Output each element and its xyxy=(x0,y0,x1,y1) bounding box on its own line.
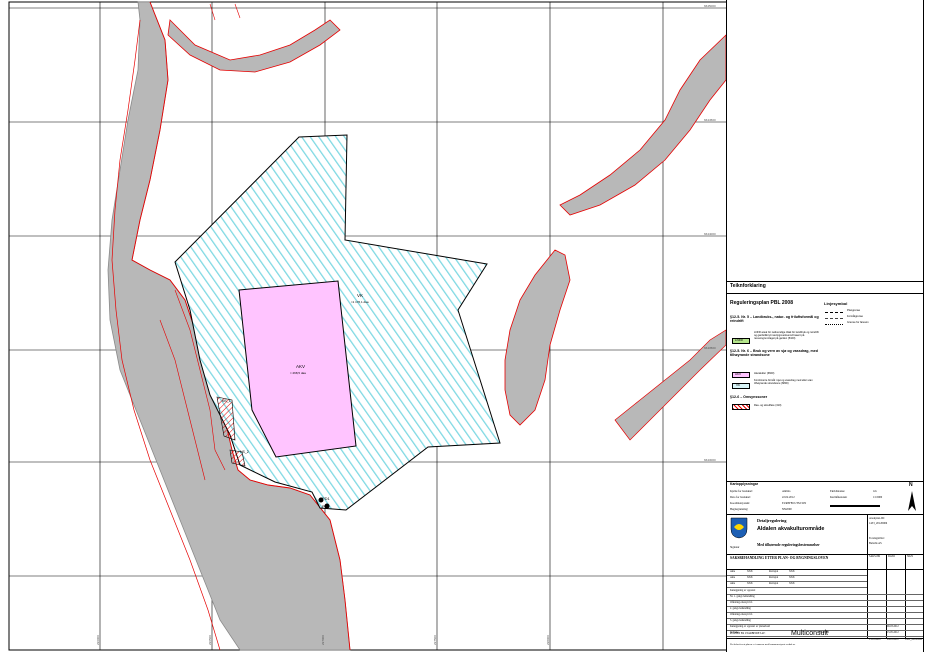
col-date: DATO xyxy=(888,555,895,558)
line1-label: Plangrense xyxy=(847,309,861,312)
municipal-crest-icon xyxy=(730,517,748,539)
legend-panel: Teiknforklaring Reguleringsplan PBL 2008… xyxy=(726,0,924,652)
grid-label-x4: 297500 xyxy=(433,635,437,645)
planid-value: 1433_20120006 xyxy=(905,638,922,641)
grid-label-y4: 6643500 xyxy=(704,346,716,350)
certification-text: Det bekreftes at planen er i samsvar med… xyxy=(730,643,796,646)
vk-swatch xyxy=(732,383,750,389)
procedure-section: SAKSBEHANDLING ETTER PLAN- OG BYGNINGSLO… xyxy=(730,556,829,560)
pd2-label: PD2 xyxy=(322,504,331,509)
akv-code: AKV xyxy=(735,372,742,376)
grid-label-x5: 298000 xyxy=(546,635,550,645)
date-bottom-1: 15.05.2012 xyxy=(869,638,881,641)
plan-id-value: 1433_20120006 xyxy=(869,522,888,525)
revision-table: Ame XXX Revisjon XXX Ame XXX Revisjon XX… xyxy=(727,570,867,588)
line3-label: Grense for fareson xyxy=(847,321,869,324)
akv-area: ≈ 268,5 daa xyxy=(290,371,306,375)
s125-heading: §12-5. Nr. 5 – Landbruks-, natur- og fri… xyxy=(730,315,819,323)
date-bottom-2: 24.03.2012 xyxy=(887,638,899,641)
mapinfo-key-1: Kjelde for basiskart: xyxy=(730,490,753,493)
prepared-by-label: PLANEN ER UTARBEIDET AV: xyxy=(730,632,766,635)
grid-label-x1: 296000 xyxy=(96,635,100,645)
plan-title: Reguleringsplan PBL 2008 xyxy=(730,300,793,306)
proposer-value: Belsvik AS xyxy=(869,542,882,545)
equidistance-value: 1m xyxy=(873,490,877,493)
s126-heading: §12-5. Nr. 6 – Bruk og vern av sjø og va… xyxy=(730,349,818,357)
vk-area: ≈1 176,1 daa xyxy=(351,300,369,304)
revision-row: Ame XXX Revisjon XXX xyxy=(727,582,867,588)
mapinfo-key-3: Koordinatsystem: xyxy=(730,502,750,505)
vk-desc: Kombinerte formål i sjø og vassdrag med … xyxy=(754,379,813,385)
mapinfo-value-2: 22.02.2012 xyxy=(782,496,795,499)
mapinfo-value-4: NN2000 xyxy=(782,508,792,511)
equidistance-label: Ekvidistanse: xyxy=(830,490,846,493)
hazard-border-symbol xyxy=(825,324,843,325)
ns1-label: NS_1 xyxy=(222,399,231,403)
lnfr-code: LNFR xyxy=(735,338,743,342)
mapinfo-value-3: EUREF89 UTM 32N xyxy=(782,502,807,505)
vk-code: VK xyxy=(736,383,741,387)
legend-header: Teiknforklaring xyxy=(730,283,766,289)
planid-label: PLANID: xyxy=(819,631,830,634)
ns2-label: NS_2 xyxy=(240,450,249,454)
lnfr-desc: LNFR areal for nødvendige tiltak for lan… xyxy=(754,331,819,340)
scale-bar xyxy=(830,505,880,507)
pd1-label: PD1 xyxy=(322,496,331,501)
vk-label: VK xyxy=(357,293,363,298)
plan-border-symbol xyxy=(825,312,843,313)
scale-value: 1:10000 xyxy=(873,496,883,499)
north-label: N xyxy=(909,482,913,488)
plan-subtitle: Med tilhørende reguleringsbestemmelser xyxy=(757,543,820,547)
mapinfo-heading: Kartopplysningar xyxy=(730,482,759,486)
ras-desc: Ras- og skredfare (310) xyxy=(754,404,782,407)
plan-id-label: Arealplan-ID: xyxy=(869,517,885,520)
proposer-label: Forslagstillar: xyxy=(869,537,885,540)
grid-label-y5: 6643000 xyxy=(704,458,716,462)
mapinfo-key-4: Høgdegrunnlag: xyxy=(730,508,749,511)
signature-label: Signatur xyxy=(730,546,740,549)
purpose-border-symbol xyxy=(825,318,843,319)
grid-label-x3: 297000 xyxy=(321,635,325,645)
ras-swatch xyxy=(732,404,750,410)
plan-type: Detaljregulering xyxy=(757,518,787,523)
grid-label-y2: 6644500 xyxy=(704,118,716,122)
col-case-no: SAKS-NR xyxy=(869,555,881,558)
akv-label: AKV xyxy=(296,364,305,369)
grid-label-x2: 296500 xyxy=(208,635,212,645)
grid-label-y1: 6645000 xyxy=(704,4,716,8)
scale-label: Kartmålestokk: xyxy=(830,496,848,499)
line-symbol-heading: Linjesymbol xyxy=(824,301,848,306)
plan-name: Aldalen akvakulturområde xyxy=(757,526,825,532)
akv-desc: Akvakultur (6600) xyxy=(754,372,775,375)
grid-label-y3: 6644000 xyxy=(704,232,716,236)
mapinfo-key-2: Dato for basiskart: xyxy=(730,496,751,499)
s126b-heading: §12-6 – Omsynssoner xyxy=(730,395,768,399)
mapinfo-value-1: Ambita xyxy=(782,490,791,493)
line2-label: Formålgrense xyxy=(847,315,864,318)
col-sign: SIGN xyxy=(907,555,914,558)
